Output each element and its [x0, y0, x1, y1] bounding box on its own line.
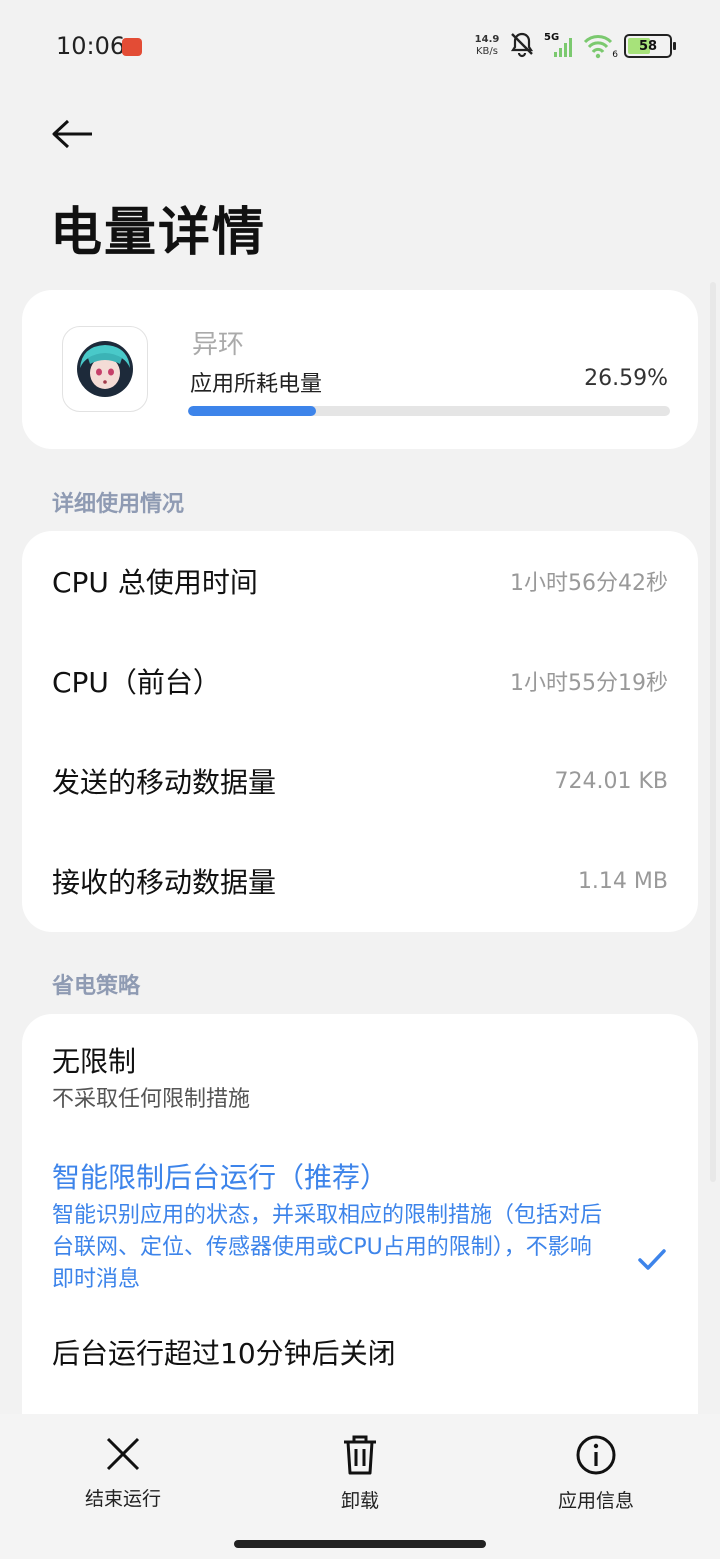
network-speed: 14.9 KB/s [474, 34, 500, 58]
uninstall-button[interactable]: 卸载 [300, 1434, 420, 1513]
policy-option-title: 智能限制后台运行（推荐） [52, 1161, 389, 1194]
network-speed-unit: KB/s [476, 46, 498, 57]
trash-icon [340, 1434, 380, 1480]
usage-row-cpu-total: CPU 总使用时间 1小时56分42秒 [22, 531, 698, 631]
status-bar: 10:06 14.9 KB/s 5G 6 58 [0, 0, 720, 95]
home-indicator[interactable] [234, 1540, 486, 1548]
notification-app-icon [122, 38, 142, 56]
usage-row-cpu-foreground: CPU（前台） 1小时55分19秒 [22, 631, 698, 731]
policy-option-smart-restrict[interactable]: 智能限制后台运行（推荐） 智能识别应用的状态，并采取相应的限制措施（包括对后台联… [22, 1156, 698, 1296]
usage-row-label: 接收的移动数据量 [52, 866, 277, 899]
status-indicators: 14.9 KB/s 5G 6 58 [474, 30, 676, 62]
battery-usage-progress [188, 406, 670, 416]
app-name: 异环 [192, 330, 245, 360]
usage-row-value: 724.01 KB [554, 768, 669, 794]
uninstall-label: 卸载 [340, 1490, 379, 1512]
usage-row-value: 1小时55分19秒 [510, 671, 668, 696]
policy-option-desc: 不采取任何限制措施 [52, 1087, 251, 1112]
app-info-button[interactable]: 应用信息 [536, 1434, 656, 1513]
cellular-signal-icon: 5G [544, 32, 574, 60]
back-arrow-icon [50, 118, 94, 154]
usage-row-label: CPU 总使用时间 [52, 566, 258, 599]
checkmark-icon [636, 1244, 668, 1276]
app-usage-percent: 26.59% [584, 366, 668, 391]
wifi-label: 6 [612, 50, 618, 60]
mute-bell-icon [508, 30, 536, 62]
usage-row-value: 1小时56分42秒 [510, 571, 668, 596]
battery-usage-progress-fill [188, 406, 317, 416]
battery-level: 58 [638, 38, 658, 54]
usage-row-label: CPU（前台） [52, 666, 221, 699]
stop-app-label: 结束运行 [84, 1488, 161, 1510]
app-avatar-icon [77, 341, 133, 397]
policy-option-no-restriction[interactable]: 无限制 不采取任何限制措施 [22, 1040, 698, 1116]
app-info-label: 应用信息 [557, 1490, 634, 1512]
stop-app-button[interactable]: 结束运行 [63, 1434, 183, 1511]
power-policy-card: 无限制 不采取任何限制措施 智能限制后台运行（推荐） 智能识别应用的状态，并采取… [22, 1014, 698, 1434]
policy-option-title: 无限制 [52, 1045, 137, 1078]
scrollbar[interactable] [710, 282, 716, 1182]
battery-cap [673, 42, 676, 50]
close-icon [103, 1434, 143, 1478]
section-header-usage: 详细使用情况 [52, 492, 185, 517]
page-title: 电量详情 [50, 203, 267, 263]
network-speed-value: 14.9 [474, 34, 500, 45]
policy-option-close-after-10min[interactable]: 后台运行超过10分钟后关闭 [22, 1332, 698, 1372]
status-time: 10:06 [56, 32, 126, 60]
app-icon [62, 326, 148, 412]
back-button[interactable] [48, 112, 96, 160]
battery-indicator: 58 [624, 34, 676, 58]
app-usage-label: 应用所耗电量 [190, 372, 323, 397]
usage-row-value: 1.14 MB [577, 868, 668, 894]
usage-row-mobile-data-received: 接收的移动数据量 1.14 MB [22, 831, 698, 931]
policy-option-title: 后台运行超过10分钟后关闭 [52, 1337, 396, 1370]
bottom-action-bar: 结束运行 卸载 应用信息 [0, 1414, 720, 1559]
usage-row-mobile-data-sent: 发送的移动数据量 724.01 KB [22, 731, 698, 831]
app-battery-card: 异环 应用所耗电量 26.59% [22, 290, 698, 449]
info-icon [575, 1434, 617, 1480]
usage-details-card: CPU 总使用时间 1小时56分42秒 CPU（前台） 1小时55分19秒 发送… [22, 531, 698, 932]
policy-option-desc: 智能识别应用的状态，并采取相应的限制措施（包括对后台联网、定位、传感器使用或CP… [52, 1203, 603, 1292]
usage-row-label: 发送的移动数据量 [52, 766, 277, 799]
wifi-icon: 6 [582, 32, 618, 60]
section-header-policy: 省电策略 [52, 974, 141, 999]
